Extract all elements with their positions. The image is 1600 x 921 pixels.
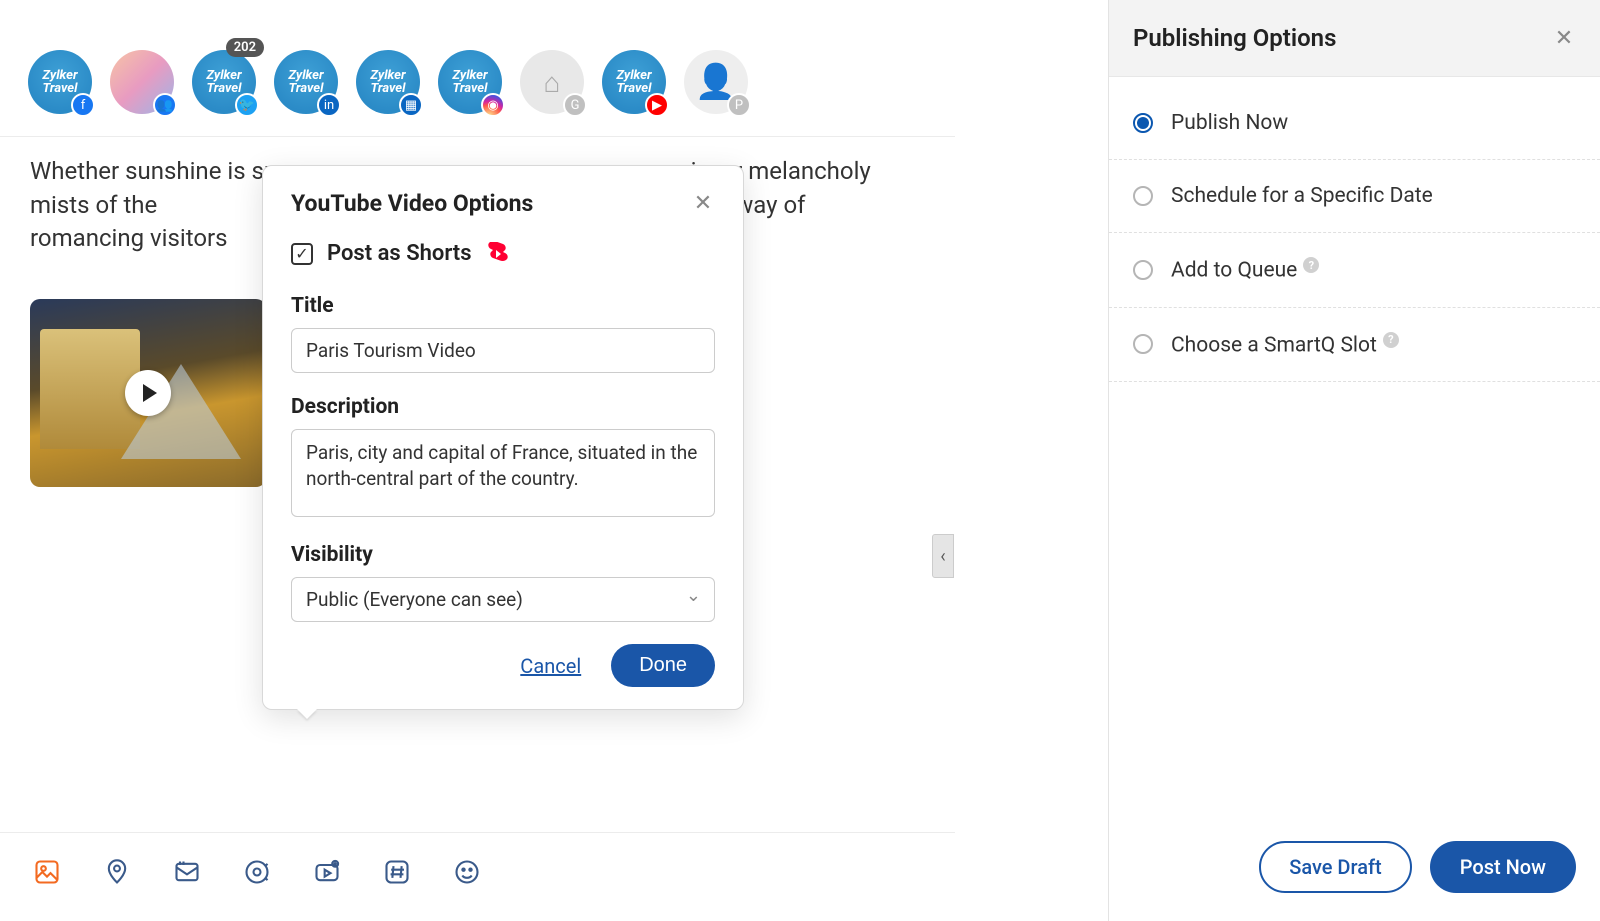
- publishing-options-panel: Publishing Options ✕ Publish Now Schedul…: [1108, 0, 1600, 921]
- avatar-label: ZylkerTravel: [370, 69, 405, 95]
- radio-icon: [1133, 260, 1153, 280]
- twitter-icon: 🐦: [235, 93, 259, 117]
- video-attachment-thumbnail[interactable]: [30, 299, 266, 487]
- emoji-button[interactable]: [450, 855, 484, 889]
- help-icon[interactable]: ?: [1383, 332, 1399, 348]
- avatar-label: ZylkerTravel: [206, 69, 241, 95]
- title-label: Title: [291, 294, 715, 318]
- post-as-shorts-label: Post as Shorts: [327, 241, 472, 266]
- avatar-label: ZylkerTravel: [288, 69, 323, 95]
- modal-title: YouTube Video Options: [291, 190, 533, 217]
- schedule-specific-date-option[interactable]: Schedule for a Specific Date: [1109, 160, 1600, 233]
- visibility-field-group: Visibility Public (Everyone can see): [291, 543, 715, 622]
- instagram-icon: ◉: [481, 93, 505, 117]
- title-input[interactable]: [291, 328, 715, 373]
- group-icon: 👥: [153, 93, 177, 117]
- description-textarea[interactable]: [291, 429, 715, 517]
- channel-facebook-group[interactable]: 👥: [110, 50, 174, 114]
- publish-now-option[interactable]: Publish Now: [1109, 87, 1600, 160]
- youtube-shorts-icon: [486, 242, 510, 266]
- facebook-icon: f: [71, 93, 95, 117]
- character-count-badge: 202: [226, 38, 264, 57]
- panel-action-buttons: Save Draft Post Now: [1259, 841, 1576, 893]
- channel-google-business[interactable]: ⌂ G: [520, 50, 584, 114]
- location-button[interactable]: [100, 855, 134, 889]
- description-field-group: Description: [291, 395, 715, 521]
- play-icon: [125, 370, 171, 416]
- hashtag-button[interactable]: [380, 855, 414, 889]
- avatar-label: ZylkerTravel: [616, 69, 651, 95]
- channel-selector-row: ZylkerTravel f 👥 ZylkerTravel 202 🐦 Zylk…: [0, 0, 955, 136]
- option-label: Add to Queue?: [1171, 257, 1319, 283]
- google-icon: G: [563, 93, 587, 117]
- channel-pinterest[interactable]: 👤 P: [684, 50, 748, 114]
- channel-twitter[interactable]: ZylkerTravel 202 🐦: [192, 50, 256, 114]
- done-button[interactable]: Done: [611, 644, 715, 687]
- avatar-label: ZylkerTravel: [42, 69, 77, 95]
- post-now-button[interactable]: Post Now: [1430, 841, 1576, 893]
- description-label: Description: [291, 395, 715, 419]
- modal-pointer-arrow: [297, 709, 317, 719]
- compose-toolbar: [0, 832, 955, 921]
- radio-selected-icon: [1133, 113, 1153, 133]
- visibility-select[interactable]: Public (Everyone can see): [291, 577, 715, 622]
- cancel-button[interactable]: Cancel: [520, 654, 581, 678]
- linkedin-icon: in: [317, 93, 341, 117]
- media-picker-button[interactable]: [30, 855, 64, 889]
- post-as-shorts-row[interactable]: ✓ Post as Shorts: [291, 241, 715, 266]
- title-field-group: Title: [291, 294, 715, 373]
- channel-instagram[interactable]: ZylkerTravel ◉: [438, 50, 502, 114]
- video-options-button[interactable]: [310, 855, 344, 889]
- modal-close-button[interactable]: ✕: [691, 192, 715, 216]
- collapse-panel-handle[interactable]: ‹: [932, 534, 954, 578]
- smartq-slot-option[interactable]: Choose a SmartQ Slot?: [1109, 308, 1600, 383]
- option-label: Choose a SmartQ Slot?: [1171, 332, 1399, 358]
- modal-actions: Cancel Done: [291, 644, 715, 687]
- add-to-queue-option[interactable]: Add to Queue?: [1109, 233, 1600, 308]
- radio-icon: [1133, 186, 1153, 206]
- channel-linkedin[interactable]: ZylkerTravel in: [274, 50, 338, 114]
- option-label: Schedule for a Specific Date: [1171, 184, 1433, 208]
- channel-linkedin-page[interactable]: ZylkerTravel ▦: [356, 50, 420, 114]
- channel-youtube[interactable]: ZylkerTravel ▶: [602, 50, 666, 114]
- publishing-options-header: Publishing Options ✕: [1109, 0, 1600, 77]
- post-text-fragment: Whether sunshine is sp: [30, 157, 277, 185]
- first-comment-button[interactable]: [170, 855, 204, 889]
- alt-text-button[interactable]: [240, 855, 274, 889]
- option-label: Publish Now: [1171, 111, 1288, 135]
- pinterest-icon: P: [727, 93, 751, 117]
- location-placeholder-icon: ⌂: [544, 66, 561, 99]
- help-icon[interactable]: ?: [1303, 257, 1319, 273]
- linkedin-page-icon: ▦: [399, 93, 423, 117]
- radio-icon: [1133, 334, 1153, 354]
- youtube-video-options-modal: YouTube Video Options ✕ ✓ Post as Shorts…: [262, 165, 744, 710]
- channel-facebook[interactable]: ZylkerTravel f: [28, 50, 92, 114]
- publishing-options-title: Publishing Options: [1133, 24, 1336, 52]
- avatar-label: ZylkerTravel: [452, 69, 487, 95]
- save-draft-button[interactable]: Save Draft: [1259, 841, 1412, 893]
- modal-header: YouTube Video Options ✕: [291, 190, 715, 217]
- visibility-label: Visibility: [291, 543, 715, 567]
- publishing-options-list: Publish Now Schedule for a Specific Date…: [1109, 77, 1600, 392]
- youtube-icon: ▶: [645, 93, 669, 117]
- post-as-shorts-checkbox[interactable]: ✓: [291, 243, 313, 265]
- panel-close-button[interactable]: ✕: [1552, 26, 1576, 50]
